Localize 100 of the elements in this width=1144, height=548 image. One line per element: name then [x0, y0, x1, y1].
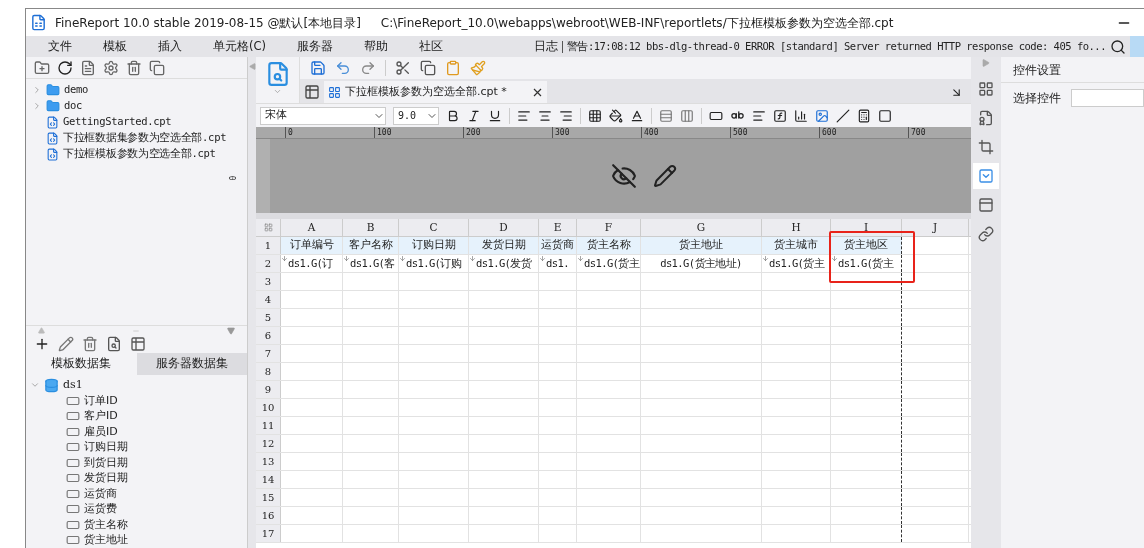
- file-name[interactable]: 下拉框模板参数为空选全部.cpt: [63, 146, 216, 162]
- edit-icon[interactable]: [58, 336, 74, 352]
- field-name[interactable]: 到货日期: [84, 454, 128, 471]
- file-name[interactable]: 下拉框数据集参数为空选全部.cpt: [63, 130, 227, 146]
- row-header[interactable]: 11: [256, 417, 281, 434]
- rich-text-icon[interactable]: [752, 108, 766, 123]
- sub-report-icon[interactable]: [857, 108, 871, 123]
- split-cells-icon[interactable]: [680, 108, 694, 123]
- dataset-name[interactable]: ds1: [63, 376, 83, 394]
- row-header[interactable]: 17: [256, 525, 281, 542]
- field-name[interactable]: 订购日期: [84, 439, 128, 456]
- collapse-down-icon[interactable]: [227, 326, 235, 335]
- field-name[interactable]: 货主地址: [84, 532, 128, 548]
- menu-item[interactable]: 模板: [103, 37, 127, 56]
- menu-item[interactable]: 服务器: [297, 37, 333, 56]
- expand-arrow-icon: [577, 255, 584, 262]
- search-icon[interactable]: [1110, 38, 1126, 55]
- row-header[interactable]: 12: [256, 435, 281, 452]
- expand-toggle-icon[interactable]: [30, 380, 40, 390]
- fill-color-icon[interactable]: [609, 108, 623, 123]
- field-name[interactable]: 运货商: [84, 485, 117, 502]
- row-header[interactable]: 6: [256, 327, 281, 344]
- diagonal-line-icon[interactable]: [836, 108, 850, 123]
- redo-icon[interactable]: [360, 60, 376, 76]
- column-header[interactable]: E: [539, 219, 577, 236]
- border-icon[interactable]: [588, 108, 602, 123]
- row-header[interactable]: 3: [256, 273, 281, 290]
- image-icon[interactable]: [815, 108, 829, 123]
- add-icon[interactable]: [34, 336, 50, 352]
- field-name[interactable]: 运货费: [84, 501, 117, 518]
- menu-item[interactable]: 文件: [48, 37, 72, 56]
- menu-item[interactable]: 单元格(C): [213, 37, 266, 56]
- row-header[interactable]: 4: [256, 291, 281, 308]
- menu-item[interactable]: 帮助: [364, 37, 388, 56]
- font-size-select[interactable]: 9.0: [393, 106, 439, 125]
- field-name[interactable]: 订单ID: [84, 392, 118, 409]
- row-header[interactable]: 8: [256, 363, 281, 380]
- font-color-icon[interactable]: [630, 108, 644, 123]
- file-name[interactable]: demo: [64, 82, 89, 98]
- formula-icon[interactable]: [773, 108, 787, 123]
- menu-item[interactable]: 插入: [158, 37, 182, 56]
- undo-icon[interactable]: [335, 60, 351, 76]
- row-header[interactable]: 5: [256, 309, 281, 326]
- field-name[interactable]: 雇员ID: [84, 423, 118, 440]
- row-header[interactable]: 1: [256, 237, 281, 254]
- column-header[interactable]: B: [343, 219, 399, 236]
- row-header[interactable]: 15: [256, 489, 281, 506]
- new-folder-icon[interactable]: [34, 59, 50, 76]
- field-name[interactable]: 客户ID: [84, 408, 118, 425]
- row-header[interactable]: 9: [256, 381, 281, 398]
- refresh-icon[interactable]: [57, 59, 73, 76]
- settings-icon[interactable]: [103, 59, 119, 76]
- sheet-icon[interactable]: [304, 84, 320, 100]
- underline-icon[interactable]: [488, 108, 502, 123]
- font-select[interactable]: 宋体: [260, 106, 386, 125]
- log-label[interactable]: 日志: [533, 37, 558, 56]
- file-name[interactable]: doc: [64, 98, 83, 114]
- panel-toggle-button[interactable]: [1130, 36, 1144, 57]
- row-header[interactable]: 14: [256, 471, 281, 488]
- bold-icon[interactable]: [446, 108, 460, 123]
- dropdown-corner-icon[interactable]: [950, 86, 963, 99]
- widget-select-field[interactable]: [1071, 89, 1144, 107]
- column-header[interactable]: D: [469, 219, 539, 236]
- delete-icon[interactable]: [126, 59, 142, 76]
- row-header[interactable]: 2: [256, 255, 281, 272]
- menu-item[interactable]: 社区: [419, 37, 443, 56]
- edit-pencil-icon[interactable]: [652, 164, 677, 188]
- file-icon[interactable]: [80, 59, 96, 76]
- row-header[interactable]: 13: [256, 453, 281, 470]
- dataset-icon[interactable]: [130, 336, 146, 352]
- field-name[interactable]: 发货日期: [84, 470, 128, 487]
- row-header[interactable]: 10: [256, 399, 281, 416]
- column-header[interactable]: G: [641, 219, 762, 236]
- hide-eye-icon[interactable]: [610, 163, 637, 189]
- column-header[interactable]: J: [902, 219, 969, 236]
- row-header[interactable]: 7: [256, 345, 281, 362]
- italic-icon[interactable]: [467, 108, 481, 123]
- column-header[interactable]: F: [577, 219, 641, 236]
- column-header[interactable]: H: [762, 219, 831, 236]
- file-name[interactable]: GettingStarted.cpt: [63, 114, 172, 130]
- row-header[interactable]: 16: [256, 507, 281, 524]
- template-tab[interactable]: 下拉框模板参数为空选全部.cpt *: [324, 81, 529, 103]
- preview-icon[interactable]: [106, 336, 122, 352]
- chart-icon[interactable]: [794, 108, 808, 123]
- align-left-icon[interactable]: [517, 108, 531, 123]
- column-header[interactable]: A: [281, 219, 343, 236]
- copy-icon[interactable]: [149, 59, 165, 76]
- table-cell: ds1.G(发货: [469, 255, 539, 272]
- field-name[interactable]: 货主名称: [84, 516, 128, 533]
- save-icon[interactable]: [310, 60, 326, 76]
- cell-frame-icon[interactable]: [878, 108, 892, 123]
- cut-icon[interactable]: [395, 60, 411, 76]
- copy-icon[interactable]: [420, 60, 436, 76]
- column-header[interactable]: I: [831, 219, 902, 236]
- merge-cells-icon[interactable]: [659, 108, 673, 123]
- delete-icon[interactable]: [82, 336, 98, 352]
- dataset-tab[interactable]: 服务器数据集: [136, 353, 247, 375]
- align-center-icon[interactable]: [538, 108, 552, 123]
- column-header[interactable]: C: [399, 219, 469, 236]
- align-right-icon[interactable]: [559, 108, 573, 123]
